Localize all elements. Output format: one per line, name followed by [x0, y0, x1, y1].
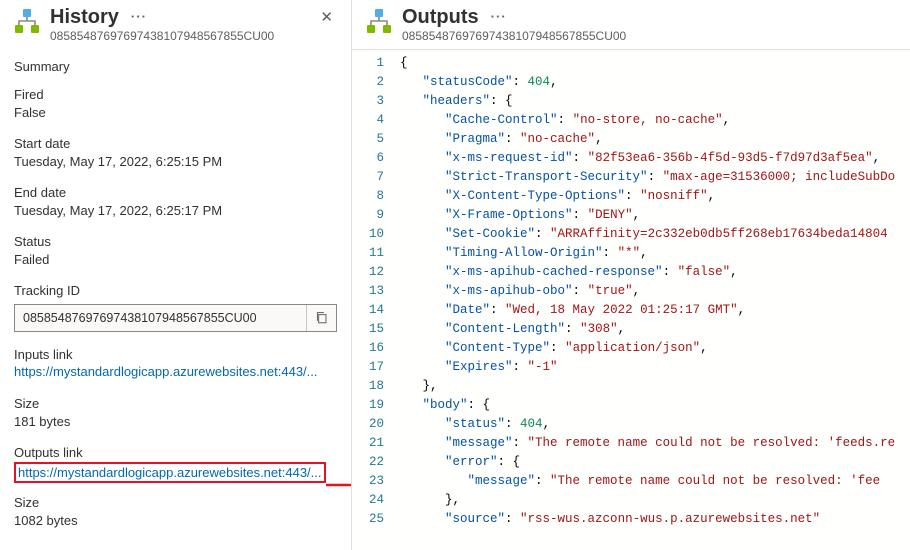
- history-header: History ··· 0858548769769743810794856785…: [14, 6, 337, 49]
- tracking-id-label: Tracking ID: [14, 282, 337, 300]
- fired-label: Fired: [14, 86, 337, 104]
- history-more-button[interactable]: ···: [129, 10, 149, 24]
- history-panel: History ··· 0858548769769743810794856785…: [0, 0, 352, 550]
- status-label: Status: [14, 233, 337, 251]
- outputs-header: Outputs ··· 0858548769769743810794856785…: [352, 0, 910, 49]
- outputs-link-highlight: https://mystandardlogicapp.azurewebsites…: [14, 462, 326, 484]
- logic-app-icon: [14, 8, 40, 37]
- summary-heading: Summary: [14, 59, 337, 74]
- outputs-more-button[interactable]: ···: [489, 10, 509, 24]
- code-content: { "statusCode": 404, "headers": { "Cache…: [394, 50, 895, 550]
- callout-arrow-icon: [324, 474, 352, 499]
- status-value: Failed: [14, 251, 337, 269]
- outputs-size-value: 1082 bytes: [14, 512, 337, 530]
- outputs-link-label: Outputs link: [14, 444, 337, 462]
- code-editor[interactable]: 1234567891011121314151617181920212223242…: [352, 49, 910, 550]
- copy-icon: [315, 311, 328, 324]
- start-date-value: Tuesday, May 17, 2022, 6:25:15 PM: [14, 153, 337, 171]
- end-date-value: Tuesday, May 17, 2022, 6:25:17 PM: [14, 202, 337, 220]
- outputs-size-label: Size: [14, 494, 337, 512]
- history-title: History: [50, 6, 119, 28]
- start-date-label: Start date: [14, 135, 337, 153]
- outputs-title: Outputs: [402, 6, 479, 28]
- end-date-label: End date: [14, 184, 337, 202]
- outputs-panel: Outputs ··· 0858548769769743810794856785…: [352, 0, 910, 550]
- line-gutter: 1234567891011121314151617181920212223242…: [352, 50, 394, 550]
- outputs-run-id: 08585487697697438107948567855CU00: [402, 29, 896, 43]
- inputs-size-label: Size: [14, 395, 337, 413]
- close-icon[interactable]: ✕: [316, 6, 337, 28]
- history-run-id: 08585487697697438107948567855CU00: [50, 29, 306, 43]
- tracking-id-value: 08585487697697438107948567855CU00: [15, 311, 306, 325]
- inputs-link-label: Inputs link: [14, 346, 337, 364]
- copy-button[interactable]: [306, 305, 336, 331]
- fired-value: False: [14, 104, 337, 122]
- outputs-link[interactable]: https://mystandardlogicapp.azurewebsites…: [18, 464, 322, 482]
- logic-app-icon: [366, 8, 392, 37]
- inputs-link[interactable]: https://mystandardlogicapp.azurewebsites…: [14, 363, 337, 381]
- inputs-size-value: 181 bytes: [14, 413, 337, 431]
- tracking-id-box: 08585487697697438107948567855CU00: [14, 304, 337, 332]
